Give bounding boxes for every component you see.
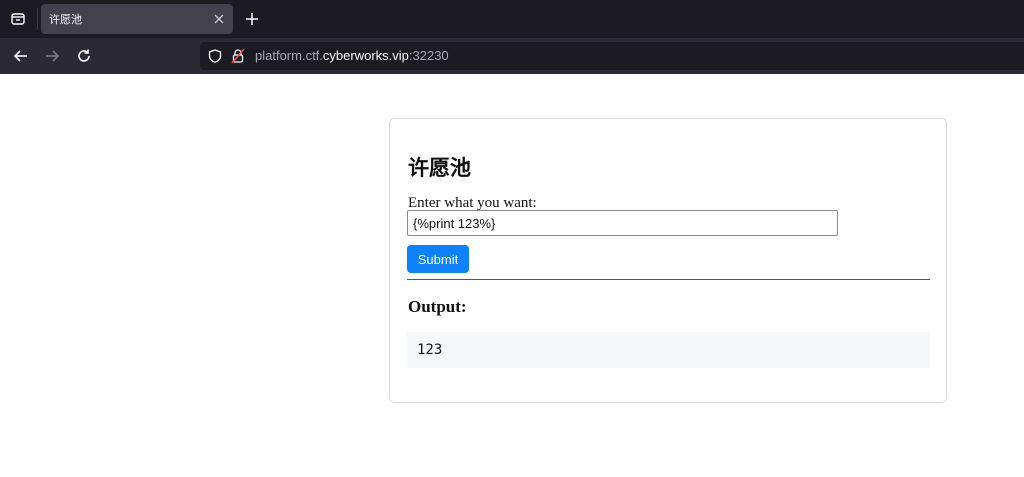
- reload-icon: [78, 49, 90, 62]
- tracking-protection-button[interactable]: [207, 48, 223, 64]
- site-info-button[interactable]: [230, 48, 246, 64]
- page-title: 许愿池: [408, 155, 471, 180]
- tab-list-icon: [11, 13, 25, 25]
- tab-list-button[interactable]: [0, 0, 36, 38]
- address-prefix: platform.ctf.: [255, 48, 323, 63]
- divider: [407, 279, 930, 280]
- address-text[interactable]: platform.ctf.cyberworks.vip:32230: [255, 48, 449, 63]
- back-arrow-icon: [13, 50, 27, 62]
- wish-input[interactable]: [407, 210, 838, 236]
- tab-strip: 许愿池: [0, 0, 1024, 38]
- browser-tab[interactable]: 许愿池: [41, 4, 233, 34]
- wish-card: 许愿池 Enter what you want: Submit Output: …: [389, 118, 947, 403]
- reload-button[interactable]: [72, 44, 96, 68]
- back-button[interactable]: [9, 44, 33, 68]
- output-box: 123: [407, 332, 930, 368]
- shield-icon: [208, 49, 222, 63]
- address-host: cyberworks.vip: [322, 48, 409, 63]
- output-value: 123: [417, 342, 443, 358]
- output-heading: Output:: [408, 297, 467, 316]
- tab-close-button[interactable]: [211, 11, 227, 27]
- plus-icon: [246, 13, 258, 25]
- tab-separator: [37, 8, 38, 30]
- address-port: :32230: [408, 48, 449, 63]
- new-tab-button[interactable]: [240, 7, 264, 31]
- forward-button[interactable]: [40, 44, 64, 68]
- nav-toolbar: platform.ctf.cyberworks.vip:32230: [0, 38, 1024, 74]
- close-icon: [214, 14, 224, 24]
- submit-button[interactable]: Submit: [407, 245, 469, 273]
- forward-arrow-icon: [46, 50, 60, 62]
- lock-icon: [231, 48, 245, 64]
- tab-title: 许愿池: [49, 13, 82, 26]
- address-bar[interactable]: platform.ctf.cyberworks.vip:32230: [200, 42, 1024, 70]
